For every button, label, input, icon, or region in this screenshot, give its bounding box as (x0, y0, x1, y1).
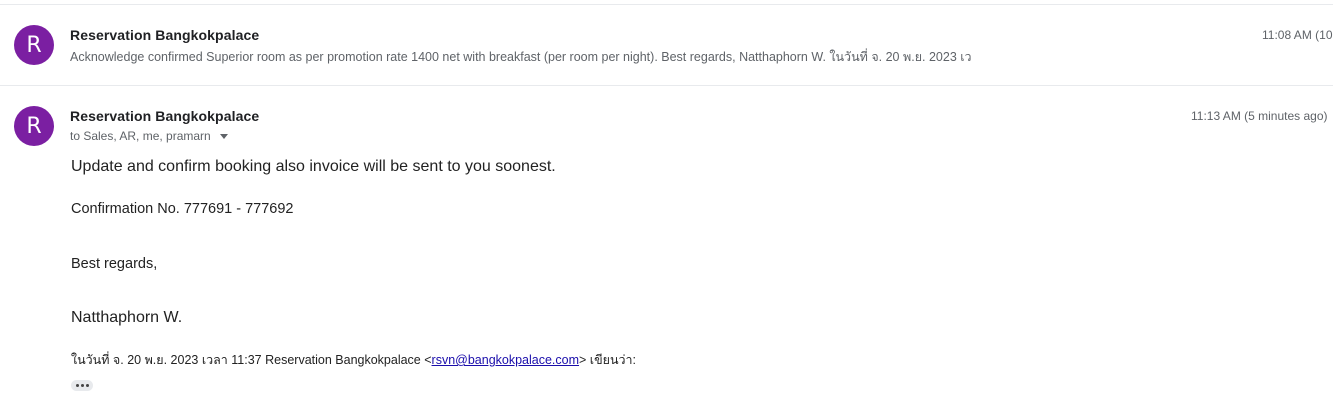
top-divider (0, 4, 1333, 5)
confirmation-number: Confirmation No. 777691 - 777692 (71, 201, 294, 217)
message-divider (0, 85, 1333, 86)
more-dots-icon (85, 384, 89, 387)
avatar-letter: R (26, 32, 42, 58)
sender-name[interactable]: Reservation Bangkokpalace (70, 108, 259, 124)
quoted-header: ในวันที่ จ. 20 พ.ย. 2023 เวลา 11:37 Rese… (71, 350, 636, 370)
quoted-header-suffix: > เขียนว่า: (579, 353, 637, 367)
message-time[interactable]: 11:08 AM (10 r (1262, 28, 1333, 42)
quoted-header-prefix: ในวันที่ จ. 20 พ.ย. 2023 เวลา 11:37 Rese… (71, 353, 432, 367)
more-dots-icon (75, 384, 79, 387)
avatar-letter: R (26, 113, 42, 139)
signature-name: Natthaphorn W. (71, 309, 183, 326)
sender-name[interactable]: Reservation Bangkokpalace (70, 27, 259, 43)
show-trimmed-content-button[interactable] (71, 380, 93, 391)
sender-avatar[interactable]: R (14, 106, 54, 146)
show-details-chevron-down-icon[interactable] (219, 133, 228, 139)
more-dots-icon (80, 384, 84, 387)
closing-line: Best regards, (71, 256, 158, 272)
sender-email-link[interactable]: rsvn@bangkokpalace.com (432, 353, 580, 367)
body-line: Update and confirm booking also invoice … (71, 158, 556, 175)
message-time[interactable]: 11:13 AM (5 minutes ago) (1191, 109, 1328, 123)
recipients-text: to Sales, AR, me, pramarn (70, 129, 211, 143)
message-snippet[interactable]: Acknowledge confirmed Superior room as p… (70, 47, 972, 67)
recipients-line: to Sales, AR, me, pramarn (70, 129, 228, 143)
sender-avatar[interactable]: R (14, 25, 54, 65)
